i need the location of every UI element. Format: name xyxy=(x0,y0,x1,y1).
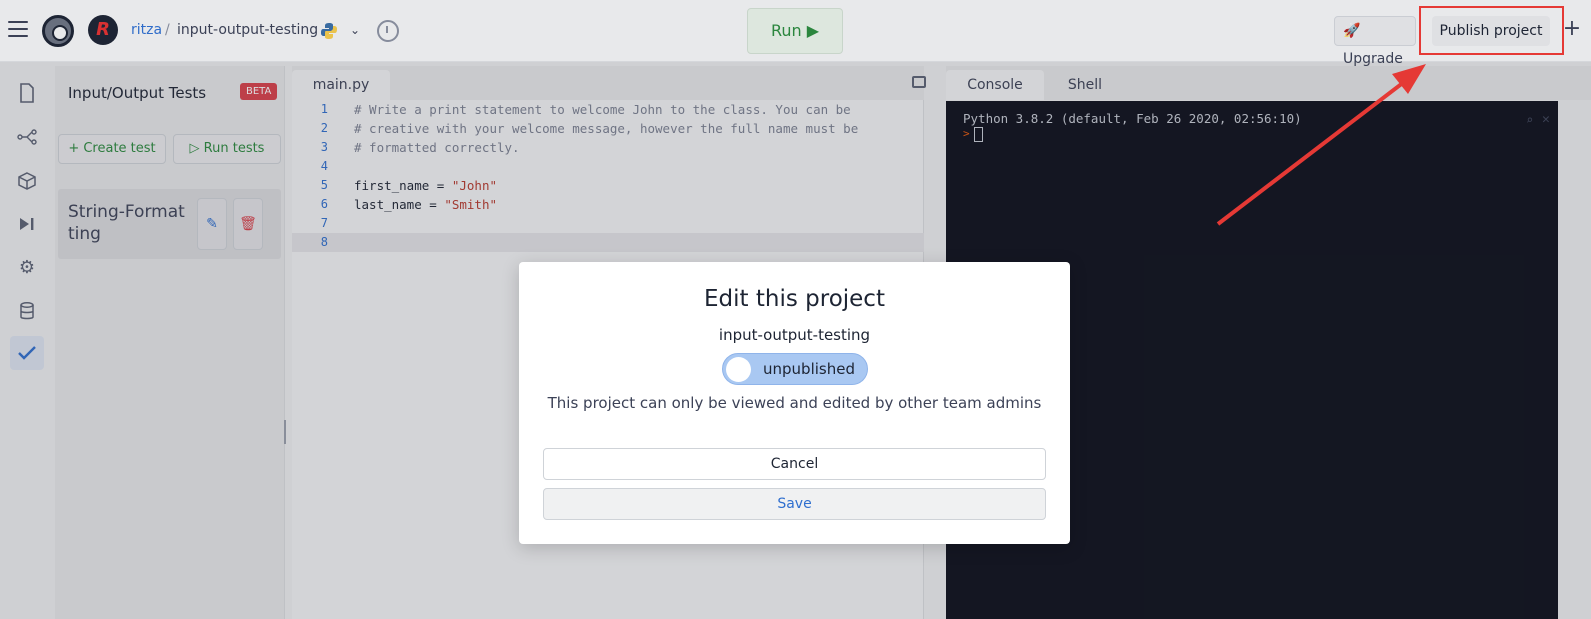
rocket-icon: 🚀 xyxy=(1343,23,1361,39)
toggle-knob xyxy=(726,357,751,382)
breadcrumb-project[interactable]: input-output-testing xyxy=(177,22,318,38)
menu-icon[interactable] xyxy=(8,21,28,37)
plus-icon[interactable]: + xyxy=(1562,16,1582,41)
run-button[interactable]: Run ▶ xyxy=(747,8,843,54)
annotation-highlight-box xyxy=(1419,6,1564,55)
top-bar: R ritza / input-output-testing ⌄ Run ▶ 🚀… xyxy=(0,0,1591,67)
save-button[interactable]: Save xyxy=(543,488,1046,520)
upgrade-button[interactable]: 🚀 Upgrade xyxy=(1334,16,1416,67)
dialog-title: Edit this project xyxy=(704,286,885,312)
cancel-button[interactable]: Cancel xyxy=(543,448,1046,480)
breadcrumb-user-link[interactable]: ritza xyxy=(131,22,162,38)
publish-toggle[interactable]: unpublished xyxy=(722,353,868,385)
replit-logo-icon[interactable] xyxy=(42,15,74,47)
edit-project-dialog: Edit this project input-output-testing u… xyxy=(519,262,1070,544)
dialog-description: This project can only be viewed and edit… xyxy=(547,394,1042,412)
python-icon[interactable] xyxy=(320,22,338,40)
breadcrumb-separator: / xyxy=(165,22,170,38)
history-icon[interactable] xyxy=(377,20,399,42)
project-name: input-output-testing xyxy=(718,326,871,344)
toggle-label: unpublished xyxy=(763,360,855,378)
chevron-down-icon[interactable]: ⌄ xyxy=(350,23,360,37)
avatar[interactable]: R xyxy=(88,15,118,45)
